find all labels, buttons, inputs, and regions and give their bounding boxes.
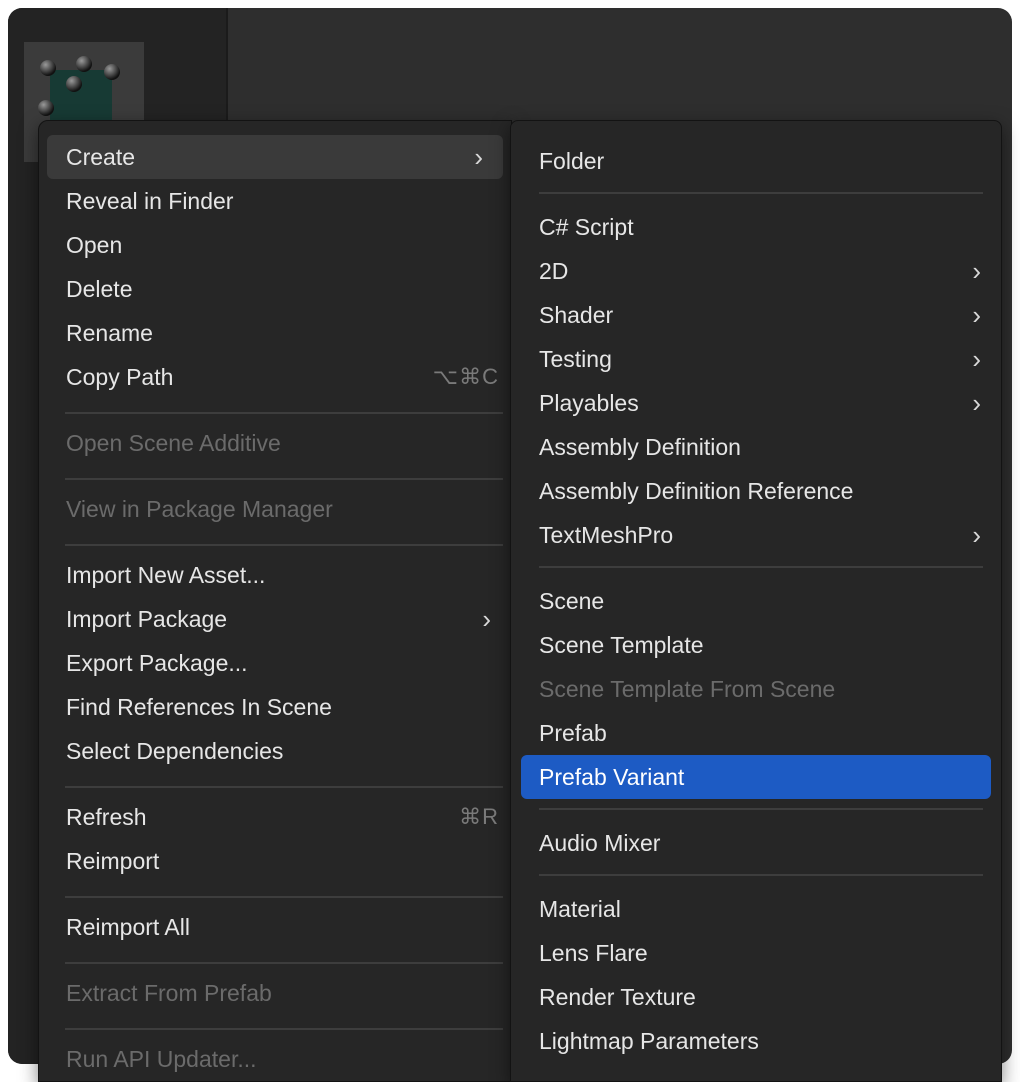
submenu-item-folder[interactable]: Folder xyxy=(511,139,1001,183)
chevron-right-icon: › xyxy=(972,255,981,286)
submenu-item-lens-flare[interactable]: Lens Flare xyxy=(511,931,1001,975)
submenu-item-scene-template[interactable]: Scene Template xyxy=(511,623,1001,667)
submenu-item-2d[interactable]: 2D › xyxy=(511,249,1001,293)
submenu-item-scene-template-from-scene: Scene Template From Scene xyxy=(539,675,836,702)
menu-item-export-package[interactable]: Export Package... xyxy=(39,641,511,685)
menu-separator xyxy=(65,962,503,964)
menu-item-import-new-asset[interactable]: Import New Asset... xyxy=(39,553,511,597)
menu-item-open-scene-additive: Open Scene Additive xyxy=(66,429,281,456)
shortcut-label: ⌘R xyxy=(459,804,499,829)
submenu-item-testing[interactable]: Testing › xyxy=(511,337,1001,381)
submenu-item-textmeshpro[interactable]: TextMeshPro › xyxy=(511,513,1001,557)
menu-separator xyxy=(65,412,503,414)
chevron-right-icon: › xyxy=(474,141,483,172)
submenu-item-playables[interactable]: Playables › xyxy=(511,381,1001,425)
menu-separator xyxy=(65,544,503,546)
menu-separator xyxy=(65,786,503,788)
submenu-item-assembly-definition-reference[interactable]: Assembly Definition Reference xyxy=(511,469,1001,513)
menu-item-open[interactable]: Open xyxy=(39,223,511,267)
menu-item-view-in-package-manager: View in Package Manager xyxy=(66,495,333,522)
submenu-item-shader[interactable]: Shader › xyxy=(511,293,1001,337)
submenu-item-audio-mixer[interactable]: Audio Mixer xyxy=(511,821,1001,865)
menu-item-extract-from-prefab: Extract From Prefab xyxy=(66,979,272,1006)
menu-separator xyxy=(539,566,983,568)
context-menu: Create › Reveal in Finder Open Delete Re… xyxy=(38,120,512,1082)
menu-item-delete[interactable]: Delete xyxy=(39,267,511,311)
chevron-right-icon: › xyxy=(972,299,981,330)
menu-item-copy-path[interactable]: Copy Path ⌥⌘C xyxy=(39,355,511,399)
menu-item-find-references-in-scene[interactable]: Find References In Scene xyxy=(39,685,511,729)
create-submenu: Folder C# Script 2D › Shader › Testing ›… xyxy=(510,120,1002,1082)
submenu-item-csharp-script[interactable]: C# Script xyxy=(511,205,1001,249)
menu-separator xyxy=(65,478,503,480)
submenu-item-lightmap-parameters[interactable]: Lightmap Parameters xyxy=(511,1019,1001,1063)
submenu-item-scene[interactable]: Scene xyxy=(511,579,1001,623)
menu-item-import-package[interactable]: Import Package › xyxy=(39,597,511,641)
menu-item-select-dependencies[interactable]: Select Dependencies xyxy=(39,729,511,773)
menu-item-reimport[interactable]: Reimport xyxy=(39,839,511,883)
menu-item-run-api-updater: Run API Updater... xyxy=(66,1045,257,1072)
menu-item-reimport-all[interactable]: Reimport All xyxy=(39,905,511,949)
chevron-right-icon: › xyxy=(972,343,981,374)
menu-item-rename[interactable]: Rename xyxy=(39,311,511,355)
chevron-right-icon: › xyxy=(972,519,981,550)
submenu-item-assembly-definition[interactable]: Assembly Definition xyxy=(511,425,1001,469)
menu-separator xyxy=(539,808,983,810)
menu-item-refresh[interactable]: Refresh ⌘R xyxy=(39,795,511,839)
submenu-item-render-texture[interactable]: Render Texture xyxy=(511,975,1001,1019)
submenu-item-prefab-variant[interactable]: Prefab Variant xyxy=(521,755,991,799)
menu-separator xyxy=(65,1028,503,1030)
menu-item-reveal-in-finder[interactable]: Reveal in Finder xyxy=(39,179,511,223)
chevron-right-icon: › xyxy=(972,387,981,418)
submenu-item-prefab[interactable]: Prefab xyxy=(511,711,1001,755)
menu-separator xyxy=(65,896,503,898)
chevron-right-icon: › xyxy=(482,603,491,634)
submenu-item-material[interactable]: Material xyxy=(511,887,1001,931)
menu-separator xyxy=(539,874,983,876)
menu-item-create[interactable]: Create › xyxy=(47,135,503,179)
menu-separator xyxy=(539,192,983,194)
shortcut-label: ⌥⌘C xyxy=(432,364,499,389)
